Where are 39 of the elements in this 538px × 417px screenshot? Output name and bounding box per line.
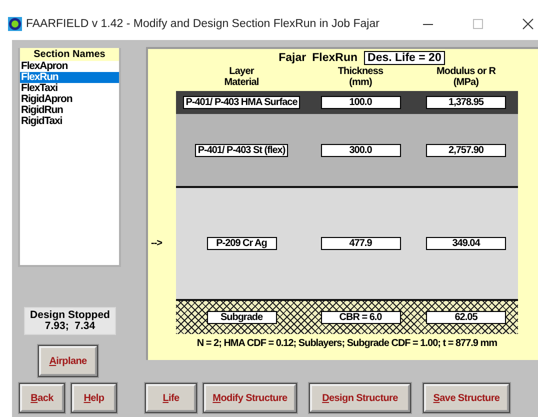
section-item[interactable]: RigidRun	[20, 105, 119, 116]
thickness-field[interactable]: 477.9	[320, 237, 400, 250]
job-name: Fajar	[278, 52, 306, 64]
column-header: Thickness (mm)	[336, 66, 384, 88]
modulus-field[interactable]: 62.05	[426, 311, 506, 324]
column-header: Layer Material	[223, 66, 260, 88]
window-title: FAARFIELD v 1.42 - Modify and Design Section FlexRun in Job Fajar	[26, 18, 380, 30]
modulus-field[interactable]: 1,378.95	[426, 96, 506, 109]
status-values: 7.93; 7.34	[44, 321, 96, 332]
section-item[interactable]: FlexTaxi	[20, 83, 119, 94]
material-field[interactable]: P-401/ P-403 St (flex)	[194, 144, 288, 156]
section-item[interactable]: RigidTaxi	[20, 116, 119, 127]
design-life: Des. Life = 20	[364, 51, 446, 65]
action-button[interactable]: Save Structure	[424, 384, 509, 412]
status-text: Design Stopped	[29, 310, 111, 321]
action-button[interactable]: Life	[146, 384, 196, 412]
section-item[interactable]: FlexApron	[20, 61, 119, 72]
action-button[interactable]: Design Structure	[310, 384, 410, 412]
airplane-button[interactable]: Airplane	[39, 346, 97, 376]
current-layer-arrow: -->	[151, 238, 162, 249]
action-button[interactable]: Back	[20, 384, 64, 412]
modulus-field[interactable]: 349.04	[426, 237, 506, 250]
material-field[interactable]: P-401/ P-403 HMA Surface	[182, 96, 300, 109]
action-button[interactable]: Modify Structure	[204, 384, 296, 412]
column-header: Modulus or R (MPa)	[435, 66, 497, 88]
section-names-heading: Section Names	[20, 48, 119, 61]
close-icon[interactable]	[522, 18, 534, 30]
summary-text: N = 2; HMA CDF = 0.12; Sublayers; Subgrade CDF = 1.00; t = 877.9 mm	[196, 338, 498, 349]
app-icon	[8, 17, 22, 31]
material-field[interactable]: Subgrade	[206, 311, 276, 324]
section-name: FlexRun	[312, 52, 358, 64]
thickness-field[interactable]: CBR = 6.0	[320, 311, 400, 324]
modulus-field[interactable]: 2,757.90	[426, 144, 506, 156]
section-item[interactable]: RigidApron	[20, 94, 119, 105]
action-button[interactable]: Help	[72, 384, 116, 412]
thickness-field[interactable]: 300.0	[320, 144, 400, 156]
thickness-field[interactable]: 100.0	[320, 96, 400, 109]
material-field[interactable]: P-209 Cr Ag	[206, 237, 276, 250]
section-item[interactable]: FlexRun	[20, 72, 119, 83]
